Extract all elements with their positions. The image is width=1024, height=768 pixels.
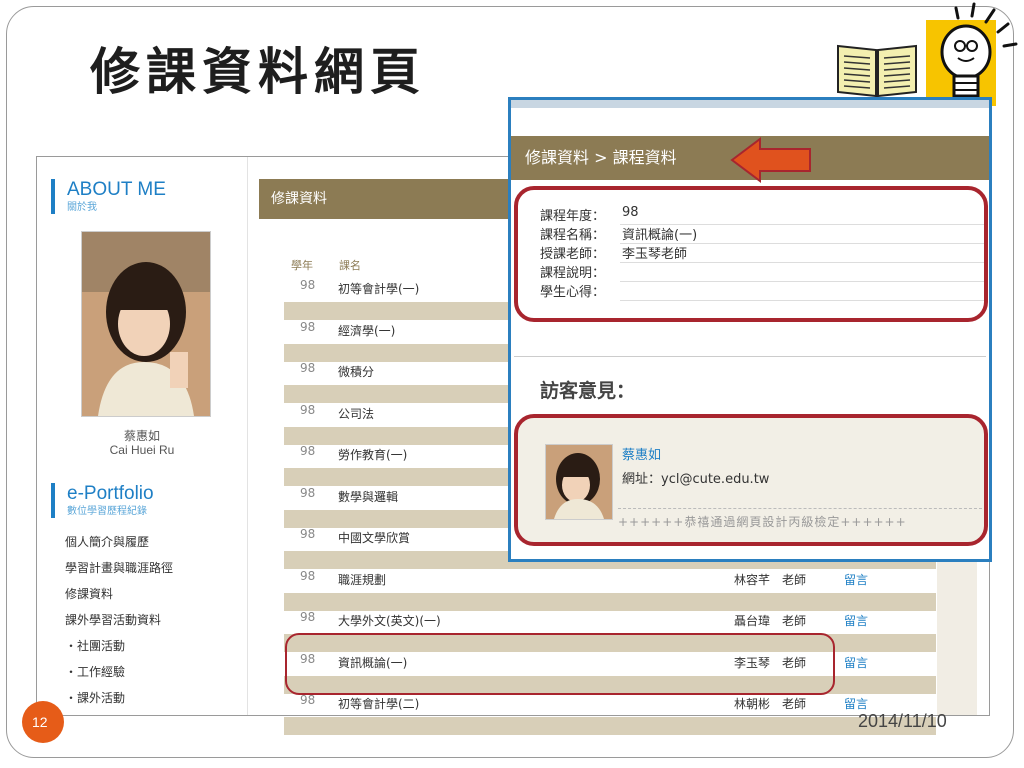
row-year: 98	[300, 693, 316, 707]
course-info-value: 資訊概論(一)	[622, 228, 698, 243]
portfolio-title: e-Portfolio	[67, 483, 154, 504]
row-course-name: 中國文學欣賞	[338, 531, 411, 545]
comment-message: ++++++恭禧通過網頁設計丙級檢定++++++	[618, 515, 907, 529]
row-teacher: 聶台瑋	[734, 614, 771, 628]
course-info-underline	[620, 300, 984, 301]
row-course-name: 勞作教育(一)	[338, 448, 408, 462]
row-teacher: 林容芊	[734, 573, 771, 587]
sidebar: ABOUT ME 關於我 蔡惠如 Cai Huei Ru e-Portfolio…	[37, 157, 248, 715]
sidebar-item-profile[interactable]: 個人簡介與履歷	[65, 529, 173, 555]
table-row: 98 初等會計學(二) 林朝彬 老師 留言	[284, 693, 936, 735]
course-info-value: 李玉琴老師	[622, 247, 688, 262]
course-info-label: 課程年度：	[540, 209, 606, 224]
row-year: 98	[300, 569, 316, 583]
row-course-name: 初等會計學(一)	[338, 282, 420, 296]
commenter-url: 網址：ycl@cute.edu.tw	[622, 472, 770, 487]
course-info-label: 課程名稱：	[540, 228, 606, 243]
eportfolio-heading: e-Portfolio 數位學習歷程紀錄	[51, 483, 154, 518]
detail-top-strip	[511, 100, 989, 108]
table-row: 98 職涯規劃 林容芊 老師 留言	[284, 569, 936, 611]
row-teacher-title: 老師	[782, 573, 807, 587]
comment-divider	[618, 508, 982, 509]
row-course-name: 經濟學(一)	[338, 324, 396, 338]
profile-name-en: Cai Huei Ru	[109, 443, 175, 457]
row-comment-link[interactable]: 留言	[844, 612, 868, 629]
portfolio-subtitle: 數位學習歷程紀錄	[67, 506, 147, 517]
row-year: 98	[300, 403, 316, 417]
profile-photo	[81, 231, 211, 417]
slide-date: 2014/11/10	[858, 711, 947, 731]
row-year: 98	[300, 320, 316, 334]
profile-name-cn: 蔡惠如	[123, 429, 160, 443]
about-me-heading: ABOUT ME 關於我	[51, 179, 166, 214]
row-year: 98	[300, 278, 316, 292]
commenter-avatar	[545, 444, 613, 520]
section-divider	[514, 356, 986, 357]
row-course-name: 微積分	[338, 365, 375, 379]
row-teacher: 林朝彬	[734, 697, 771, 711]
row-teacher-title: 老師	[782, 614, 807, 628]
about-title: ABOUT ME	[67, 179, 166, 200]
highlight-course-row	[285, 633, 835, 695]
course-info-value: 98	[622, 205, 639, 220]
open-book-icon	[837, 44, 917, 98]
row-year: 98	[300, 486, 316, 500]
slide-title: 修課資料網頁	[90, 42, 426, 101]
row-year: 98	[300, 444, 316, 458]
sidebar-item-extracurricular[interactable]: ・課外活動	[65, 685, 173, 711]
sidebar-nav: 個人簡介與履歷 學習計畫與職涯路徑 修課資料 課外學習活動資料 ・社團活動 ・工…	[65, 529, 173, 711]
page-number-badge: 12	[22, 701, 64, 743]
sidebar-item-activities[interactable]: 課外學習活動資料	[65, 607, 173, 633]
course-info-label: 課程說明：	[540, 266, 606, 281]
row-comment-link[interactable]: 留言	[844, 571, 868, 588]
row-teacher-title: 老師	[782, 697, 807, 711]
row-course-name: 公司法	[338, 407, 375, 421]
column-header-course: 課名	[339, 259, 361, 272]
row-year: 98	[300, 361, 316, 375]
course-info-label: 學生心得：	[540, 285, 606, 300]
row-course-name: 職涯規劃	[338, 573, 387, 587]
row-year: 98	[300, 527, 316, 541]
row-year: 98	[300, 610, 316, 624]
row-band	[284, 593, 936, 611]
sidebar-item-clubs[interactable]: ・社團活動	[65, 633, 173, 659]
course-info-row: 學生心得：	[540, 281, 984, 303]
row-course-name: 初等會計學(二)	[338, 697, 420, 711]
row-course-name: 數學與邏輯	[338, 490, 399, 504]
row-comment-link[interactable]: 留言	[844, 695, 868, 712]
row-band	[284, 717, 936, 735]
sidebar-item-work[interactable]: ・工作經驗	[65, 659, 173, 685]
row-course-name: 大學外文(英文)(一)	[338, 614, 441, 628]
sidebar-item-courses[interactable]: 修課資料	[65, 581, 173, 607]
about-subtitle: 關於我	[67, 202, 97, 213]
left-arrow-icon	[730, 137, 811, 183]
commenter-name[interactable]: 蔡惠如	[622, 444, 661, 463]
sidebar-item-career[interactable]: 學習計畫與職涯路徑	[65, 555, 173, 581]
column-header-year: 學年	[291, 259, 313, 272]
row-comment-link[interactable]: 留言	[844, 654, 868, 671]
visitor-comments-title: 訪客意見：	[540, 380, 636, 402]
course-info-label: 授課老師：	[540, 247, 606, 262]
